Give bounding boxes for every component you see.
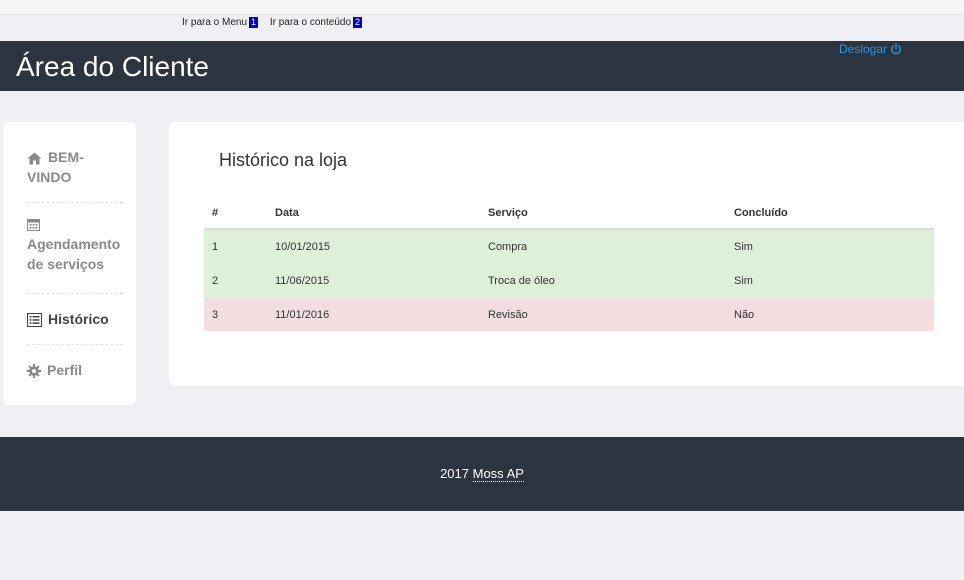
top-bar	[0, 0, 964, 15]
cell-data: 11/01/2016	[267, 297, 480, 331]
site-header: Área do Cliente Deslogar	[0, 41, 964, 91]
skip-to-content-link[interactable]: Ir para o conteúdo 2	[269, 17, 363, 28]
column-header-data: Data	[267, 197, 480, 230]
skip-links: Ir para o Menu 1 Ir para o conteúdo 2	[182, 17, 371, 28]
logout-link[interactable]: Deslogar	[839, 42, 902, 56]
power-icon	[891, 43, 901, 55]
cell-servico: Compra	[480, 228, 726, 264]
cell-concluido: Sim	[726, 263, 934, 298]
accesskey-badge: 1	[249, 17, 259, 28]
history-table: # Data Serviço Concluído 1 10/01/2015 Co…	[204, 197, 934, 331]
cell-number: 2	[204, 263, 267, 298]
calendar-icon	[27, 218, 111, 231]
cell-data: 11/06/2015	[267, 263, 480, 298]
list-icon	[27, 313, 42, 328]
table-header-row: # Data Serviço Concluído	[204, 197, 934, 230]
column-header-servico: Serviço	[480, 197, 726, 230]
divider	[27, 202, 123, 203]
gear-icon	[27, 364, 41, 379]
sidebar-item-label: Agendamento de serviços	[27, 236, 121, 272]
accesskey-badge: 2	[353, 17, 363, 28]
sidebar-item-agendamento[interactable]: Agendamento de serviços	[27, 218, 121, 274]
footer-link[interactable]: Moss AP	[472, 466, 524, 482]
cell-concluido: Não	[726, 297, 934, 331]
footer-year: 2017	[440, 466, 469, 481]
column-header-concluido: Concluído	[726, 197, 934, 230]
cell-concluido: Sim	[726, 228, 934, 264]
sidebar-item-perfil[interactable]: Perfil	[27, 360, 117, 380]
table-row: 1 10/01/2015 Compra Sim	[204, 228, 934, 264]
table-row: 3 11/01/2016 Revisão Não	[204, 297, 934, 331]
skip-to-menu-link[interactable]: Ir para o Menu 1	[182, 17, 259, 28]
cell-servico: Troca de óleo	[480, 263, 726, 298]
sidebar-item-label: Perfil	[47, 362, 83, 378]
sidebar-item-historico[interactable]: Histórico	[27, 309, 117, 329]
sidebar-item-bem-vindo[interactable]: BEM-VINDO	[27, 147, 117, 187]
cell-data: 10/01/2015	[267, 228, 480, 264]
section-title: Histórico na loja	[219, 150, 348, 170]
sidebar-nav: BEM-VINDO Agendamento de serviços Histór…	[3, 122, 136, 405]
skip-to-content-label: Ir para o conteúdo	[269, 17, 352, 28]
sidebar-item-label: Histórico	[48, 311, 109, 327]
cell-number: 3	[204, 297, 267, 331]
cell-number: 1	[204, 228, 267, 264]
site-footer: 2017 Moss AP	[0, 437, 964, 511]
divider	[27, 293, 123, 294]
column-header-number: #	[204, 197, 267, 230]
page-title: Área do Cliente	[16, 51, 210, 82]
table-row: 2 11/06/2015 Troca de óleo Sim	[204, 263, 934, 298]
logout-label: Deslogar	[839, 42, 888, 56]
home-icon	[27, 152, 42, 165]
divider	[27, 344, 123, 345]
cell-servico: Revisão	[480, 297, 726, 331]
skip-to-menu-label: Ir para o Menu	[182, 17, 248, 28]
